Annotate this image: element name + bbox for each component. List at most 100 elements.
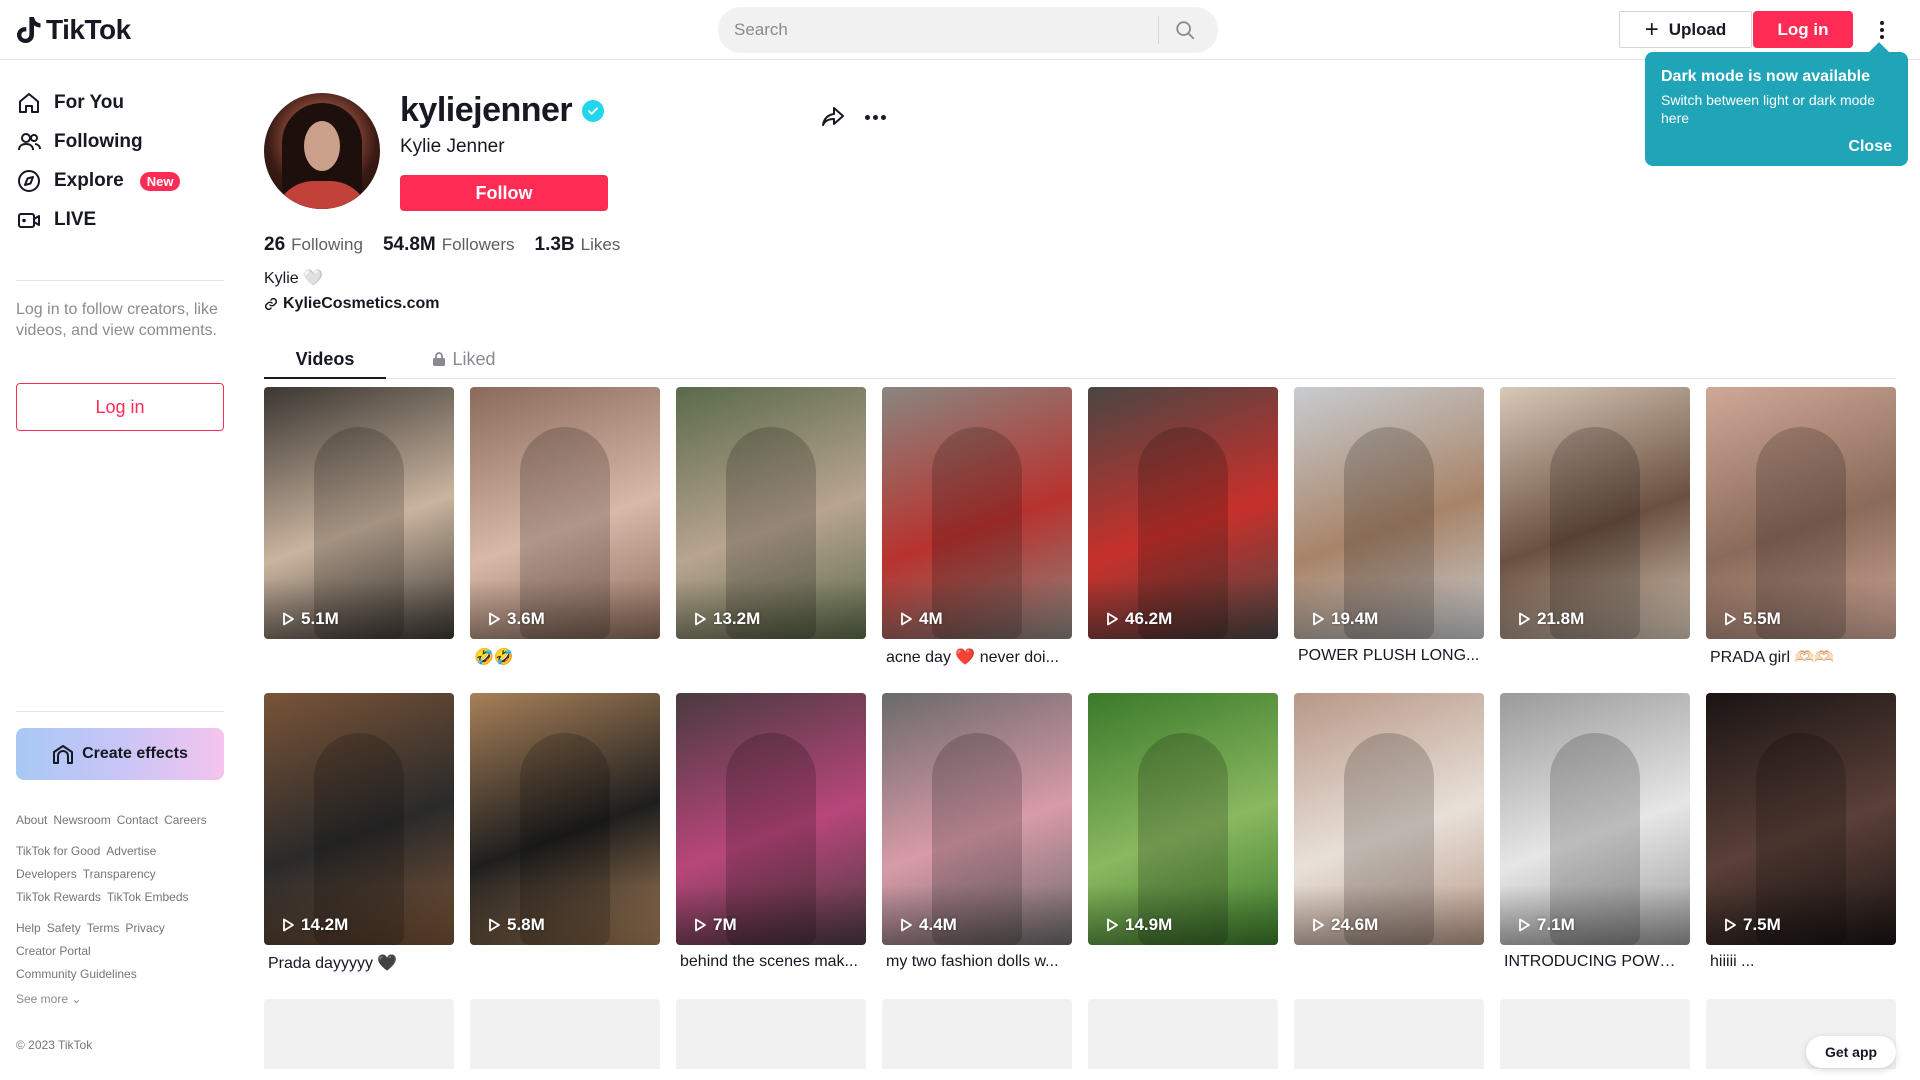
- video-card[interactable]: 5.5M PRADA girl 🫶🏻🫶🏻: [1706, 387, 1896, 669]
- footer-link[interactable]: TikTok for Good: [16, 844, 100, 858]
- video-caption[interactable]: my two fashion dolls w...: [882, 953, 1068, 975]
- tab-liked[interactable]: Liked: [414, 340, 514, 378]
- footer-link[interactable]: Safety: [47, 921, 81, 935]
- video-caption[interactable]: Prada dayyyyy 🖤: [264, 953, 450, 975]
- footer-link[interactable]: Terms: [87, 921, 120, 935]
- video-thumbnail[interactable]: 19.4M: [1294, 387, 1484, 639]
- footer-link[interactable]: Newsroom: [53, 813, 110, 827]
- video-thumbnail[interactable]: 3.6M: [470, 387, 660, 639]
- footer-link[interactable]: Transparency: [83, 867, 156, 881]
- stat-following: 26 Following: [264, 234, 363, 256]
- play-count: 3.6M: [486, 609, 545, 629]
- footer-link[interactable]: Help: [16, 921, 41, 935]
- video-thumbnail[interactable]: 24.6M: [1294, 693, 1484, 945]
- video-caption[interactable]: behind the scenes mak...: [676, 953, 862, 975]
- video-caption[interactable]: [1500, 647, 1686, 669]
- footer-link[interactable]: Community Guidelines: [16, 967, 137, 981]
- sidebar-item-following[interactable]: Following: [16, 122, 143, 162]
- video-card-placeholder: [882, 999, 1072, 1069]
- video-caption[interactable]: acne day ❤️ never doi...: [882, 647, 1068, 669]
- video-thumbnail[interactable]: 5.1M: [264, 387, 454, 639]
- stat-label: Following: [291, 235, 363, 254]
- video-thumbnail[interactable]: 46.2M: [1088, 387, 1278, 639]
- video-card[interactable]: 7.1M INTRODUCING POWER ...: [1500, 693, 1690, 975]
- footer-link[interactable]: TikTok Rewards: [16, 890, 101, 904]
- footer-links-row: Creator Portal: [16, 944, 91, 958]
- footer-link[interactable]: Advertise: [106, 844, 156, 858]
- profile-link[interactable]: KylieCosmetics.com: [264, 295, 440, 313]
- sidebar-item-explore[interactable]: Explore New: [16, 161, 181, 201]
- video-caption[interactable]: [1294, 953, 1480, 975]
- sidebar-item-for-you[interactable]: For You: [16, 83, 124, 123]
- video-caption[interactable]: [470, 953, 656, 975]
- video-caption[interactable]: INTRODUCING POWER ...: [1500, 953, 1686, 975]
- play-count: 24.6M: [1310, 915, 1378, 935]
- header-login-button[interactable]: Log in: [1753, 11, 1853, 48]
- see-more-link[interactable]: See more ⌄: [16, 992, 81, 1006]
- tab-videos[interactable]: Videos: [264, 340, 386, 378]
- video-caption[interactable]: POWER PLUSH LONG...: [1294, 647, 1480, 669]
- footer-link[interactable]: About: [16, 813, 47, 827]
- video-card[interactable]: 3.6M 🤣🤣: [470, 387, 660, 669]
- footer-link[interactable]: Creator Portal: [16, 944, 91, 958]
- video-thumbnail[interactable]: 4.4M: [882, 693, 1072, 945]
- video-caption[interactable]: [1088, 647, 1274, 669]
- sidebar-login-button[interactable]: Log in: [16, 383, 224, 431]
- video-caption[interactable]: hiiiii ...: [1706, 953, 1892, 975]
- more-menu-icon[interactable]: [1870, 14, 1894, 46]
- play-icon: [1107, 918, 1118, 932]
- follow-button[interactable]: Follow: [400, 175, 608, 211]
- search-input[interactable]: [718, 20, 1158, 40]
- footer-link[interactable]: TikTok Embeds: [107, 890, 189, 904]
- video-thumbnail[interactable]: 14.9M: [1088, 693, 1278, 945]
- play-count-text: 14.2M: [301, 915, 349, 934]
- video-caption[interactable]: [1088, 953, 1274, 975]
- play-count: 5.1M: [280, 609, 339, 629]
- video-caption[interactable]: 🤣🤣: [470, 647, 656, 669]
- video-card[interactable]: 21.8M: [1500, 387, 1690, 669]
- video-card[interactable]: 13.2M: [676, 387, 866, 669]
- video-card[interactable]: 19.4M POWER PLUSH LONG...: [1294, 387, 1484, 669]
- video-card[interactable]: 24.6M: [1294, 693, 1484, 975]
- tiktok-logo[interactable]: TikTok: [16, 14, 131, 46]
- footer-link[interactable]: Contact: [117, 813, 158, 827]
- get-app-button[interactable]: Get app: [1806, 1036, 1896, 1068]
- dark-mode-tooltip: Dark mode is now available Switch betwee…: [1645, 52, 1908, 166]
- sidebar-item-label: Explore: [54, 170, 124, 191]
- profile-more-icon[interactable]: [862, 104, 888, 130]
- search-button[interactable]: [1159, 7, 1211, 53]
- video-card[interactable]: 7M behind the scenes mak...: [676, 693, 866, 975]
- footer-link[interactable]: Careers: [164, 813, 207, 827]
- video-thumbnail[interactable]: 14.2M: [264, 693, 454, 945]
- video-card[interactable]: 7.5M hiiiii ...: [1706, 693, 1896, 975]
- video-caption[interactable]: [264, 647, 450, 669]
- video-card[interactable]: 14.2M Prada dayyyyy 🖤: [264, 693, 454, 975]
- video-card[interactable]: 5.1M: [264, 387, 454, 669]
- upload-button[interactable]: + Upload: [1619, 11, 1752, 48]
- footer-link[interactable]: Privacy: [125, 921, 164, 935]
- video-card[interactable]: 4M acne day ❤️ never doi...: [882, 387, 1072, 669]
- video-thumbnail[interactable]: 5.8M: [470, 693, 660, 945]
- video-thumbnail[interactable]: 7.1M: [1500, 693, 1690, 945]
- video-thumbnail[interactable]: 7M: [676, 693, 866, 945]
- create-effects-button[interactable]: Create effects: [16, 728, 224, 780]
- footer-link[interactable]: Developers: [16, 867, 77, 881]
- video-card[interactable]: 4.4M my two fashion dolls w...: [882, 693, 1072, 975]
- video-thumbnail[interactable]: 21.8M: [1500, 387, 1690, 639]
- video-caption[interactable]: PRADA girl 🫶🏻🫶🏻: [1706, 647, 1892, 669]
- play-count-text: 5.5M: [1743, 609, 1781, 628]
- play-count: 5.5M: [1722, 609, 1781, 629]
- play-count: 4M: [898, 609, 943, 629]
- video-card[interactable]: 46.2M: [1088, 387, 1278, 669]
- video-card[interactable]: 14.9M: [1088, 693, 1278, 975]
- video-caption[interactable]: [676, 647, 862, 669]
- video-thumbnail[interactable]: 4M: [882, 387, 1072, 639]
- share-icon[interactable]: [820, 103, 846, 129]
- video-thumbnail[interactable]: 5.5M: [1706, 387, 1896, 639]
- video-thumbnail[interactable]: 7.5M: [1706, 693, 1896, 945]
- tooltip-close-button[interactable]: Close: [1848, 138, 1892, 156]
- video-card[interactable]: 5.8M: [470, 693, 660, 975]
- logo-text: TikTok: [46, 14, 131, 45]
- sidebar-item-live[interactable]: LIVE: [16, 200, 96, 240]
- video-thumbnail[interactable]: 13.2M: [676, 387, 866, 639]
